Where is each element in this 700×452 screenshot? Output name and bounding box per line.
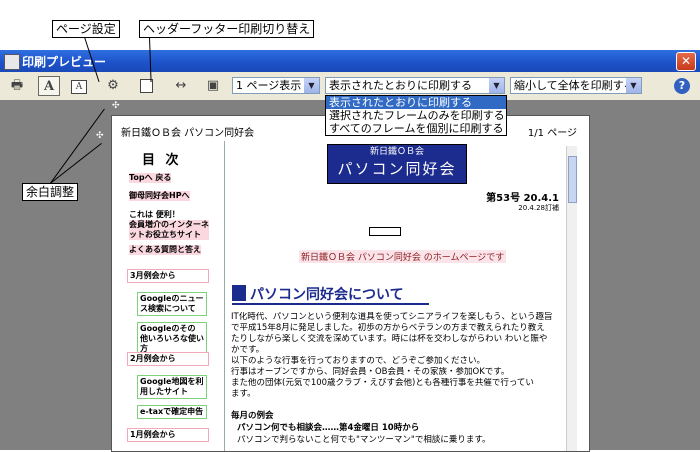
body-line: IT化時代、パソコンという便利な道具を使ってシニアライフを楽しもう、という趣旨 (231, 312, 553, 322)
nav-feb-heading: 2月例会から (127, 352, 209, 366)
printer-icon: 🖶 (10, 78, 24, 93)
nav-hp-link[interactable]: 御母同好会HPへ (129, 191, 190, 201)
page-view-select[interactable]: 1 ページ表示 ▼ (232, 77, 320, 94)
banner-line1: 新日鐵ＯＢ会 (369, 147, 424, 157)
help-icon[interactable]: ? (674, 78, 690, 94)
frame-option-as-displayed[interactable]: 表示されたとおりに印刷する (326, 96, 506, 109)
landscape-button[interactable]: A (68, 76, 90, 96)
page-setup-button[interactable]: ⚙ (102, 76, 124, 96)
nav-maps-link[interactable]: Google地図を利用したサイト (137, 375, 207, 399)
nav-top-link[interactable]: Topへ 戻る (129, 173, 172, 183)
title-bar: 印刷プレビュー ✕ (0, 50, 700, 72)
frame-print-value: 表示されたとおりに印刷する (329, 79, 472, 92)
event-line: パソコンで判らないこと何でも"マンツーマン"で相談に乗ります。 (237, 435, 491, 445)
issue-revision-date: 20.4.28訂補 (518, 204, 559, 212)
ie-app-icon (4, 54, 20, 70)
portrait-button[interactable]: A (38, 76, 60, 96)
body-line: たりしながら楽しく交流を深めています。時には杯を交わしながらわい わいと賑や (231, 334, 548, 344)
nav-etax-link[interactable]: e-taxで確定申告 (137, 405, 207, 419)
nav-jan-heading: 1月例会から (127, 428, 209, 442)
frame-print-select[interactable]: 表示されたとおりに印刷する ▼ (325, 77, 505, 94)
left-nav-frame: 目 次 Topへ 戻る 御母同好会HPへ これは 便利！ 会員増介のインターネッ… (122, 141, 225, 451)
event-heading: 毎月の例会 (231, 411, 274, 421)
body-line: で平成15年8月に発足しました。初歩の方からベテランの方まで教えられたり教え (231, 323, 545, 333)
banner-line2: パソコン同好会 (337, 160, 457, 178)
body-line: 以下のような行事を行っておりますので、どうぞご参加ください。 (231, 356, 485, 366)
nav-news-link[interactable]: Googleのニュース検索について (137, 292, 207, 316)
home-page-link[interactable]: 新日鐵ＯＢ会 パソコン同好会 のホームページです (299, 250, 507, 263)
heading-square-icon (232, 285, 246, 301)
content-scrollbar[interactable] (566, 146, 577, 451)
club-banner: 新日鐵ＯＢ会 パソコン同好会 (327, 144, 467, 184)
shrink-select[interactable]: 縮小して全体を印刷する ▼ (510, 77, 642, 94)
nav-other-link[interactable]: Googleのその 他いろいろな使い方 (137, 322, 207, 356)
landscape-icon: A (71, 80, 87, 94)
header-footer-callout: ヘッダーフッター印刷切り替え (139, 20, 315, 38)
full-page-button[interactable]: ▣ (202, 76, 224, 96)
print-button[interactable]: 🖶 (6, 76, 28, 96)
section-heading-text: パソコン同好会について (250, 287, 404, 303)
body-line: ます。 (231, 389, 256, 399)
body-line: かです。 (231, 345, 265, 355)
shrink-value: 縮小して全体を印刷する (514, 79, 635, 92)
gear-icon: ⚙ (107, 78, 119, 93)
body-line: また他の団体(元気で100歳クラブ・えびす会他)とも各種行事を共催で行ってい (231, 378, 534, 388)
chevron-down-icon[interactable]: ▼ (489, 78, 504, 93)
frame-option-selected-only[interactable]: 選択されたフレームのみを印刷する (326, 109, 506, 122)
close-button[interactable]: ✕ (676, 52, 696, 71)
preview-page: 新日鐵ＯＢ会 パソコン同好会 1/1 ページ 目 次 Topへ 戻る 御母同好会… (111, 115, 590, 452)
frame-print-dropdown: 表示されたとおりに印刷する 選択されたフレームのみを印刷する すべてのフレームを… (325, 95, 507, 136)
section-heading: パソコン同好会について (232, 281, 429, 305)
event-line: パソコン何でも相談会……第4金曜日 10時から (237, 423, 420, 433)
full-page-icon: ▣ (206, 78, 220, 93)
margin-handle-top-icon[interactable]: ✣ (112, 102, 120, 111)
visitor-counter (369, 227, 401, 236)
scrollbar-thumb[interactable] (568, 156, 577, 203)
issue-number: 第53号 20.4.1 (486, 193, 559, 204)
body-line: 行事はオープンですから、同好会員・OB会員・その家族・参加OKです。 (231, 367, 510, 377)
page-setup-callout: ページ設定 (52, 20, 120, 38)
nav-faq-link[interactable]: よくある質問と答え (129, 245, 201, 255)
toc-title: 目 次 (142, 153, 182, 168)
margin-adjust-callout: 余白調整 (22, 183, 79, 201)
portrait-icon: A (43, 79, 55, 94)
page-header-title: 新日鐵ＯＢ会 パソコン同好会 (121, 128, 255, 139)
chevron-down-icon[interactable]: ▼ (304, 78, 319, 93)
page-view-value: 1 ページ表示 (236, 79, 302, 92)
header-footer-toggle-button[interactable] (135, 76, 157, 96)
page-number: 1/1 ページ (527, 128, 577, 139)
page-width-icon: ↔ (175, 78, 187, 93)
nav-useful-heading: これは 便利！ (129, 210, 180, 219)
margin-handle-left-icon[interactable]: ✣ (96, 132, 104, 141)
nav-intro-link[interactable]: 会員増介のインターネットお役立ちサイト (129, 220, 209, 240)
chevron-down-icon[interactable]: ▼ (626, 78, 641, 93)
frame-option-all-separately[interactable]: すべてのフレームを個別に印刷する (326, 122, 506, 135)
nav-march-heading: 3月例会から (127, 269, 209, 283)
body-text: IT化時代、パソコンという便利な道具を使ってシニアライフを楽しもう、という趣旨 … (231, 312, 566, 400)
page-width-button[interactable]: ↔ (170, 76, 192, 96)
main-content-frame: 新日鐵ＯＢ会 パソコン同好会 第53号 20.4.1 20.4.28訂補 新日鐵… (227, 141, 577, 451)
